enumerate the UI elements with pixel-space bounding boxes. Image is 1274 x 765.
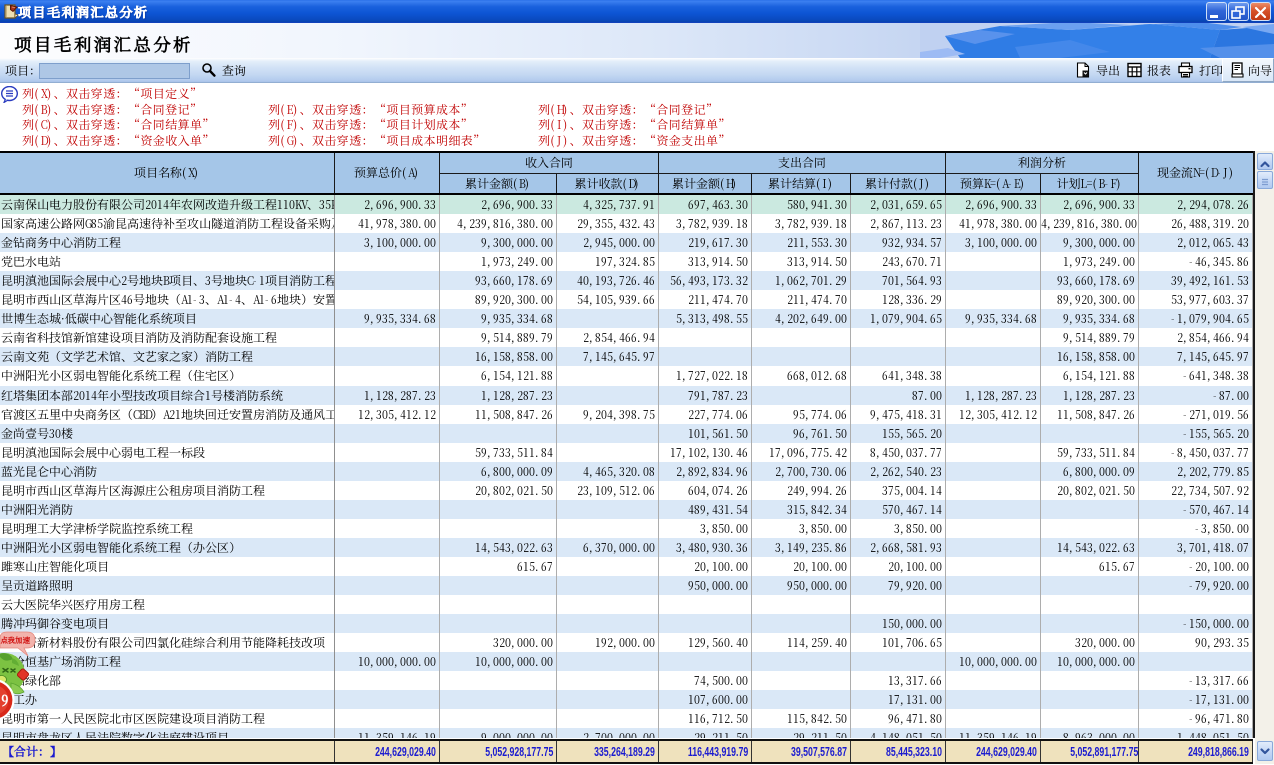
- svg-text:9: 9: [1, 690, 9, 711]
- svg-text:点我加速: 点我加速: [0, 635, 30, 646]
